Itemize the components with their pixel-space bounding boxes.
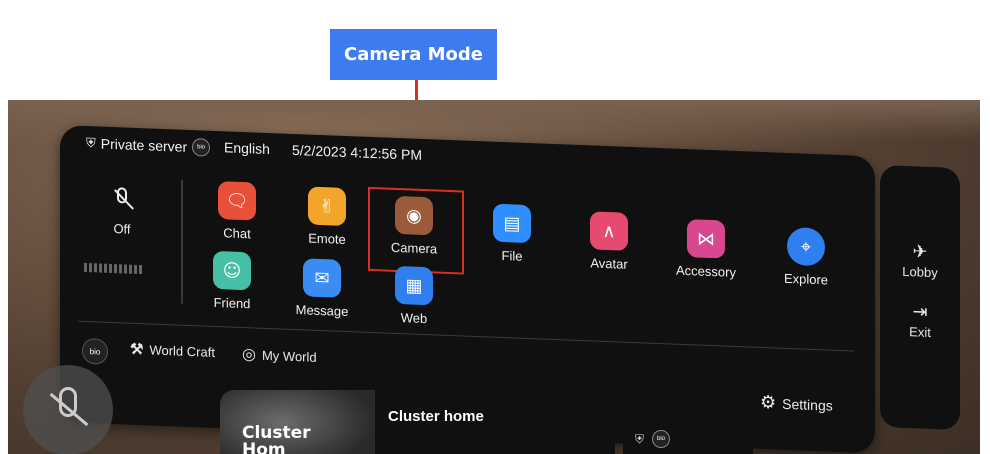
app-message[interactable]: ✉ Message — [282, 258, 362, 320]
app-friend-label: Friend — [213, 294, 251, 312]
vr-scene: ⛨ Private server bio English 5/2/2023 4:… — [8, 100, 980, 454]
gear-icon: ⚙ — [760, 391, 777, 413]
exit-label: Exit — [909, 324, 931, 340]
side-panel: ✈ Lobby ⇥ Exit — [880, 165, 960, 431]
mic-toggle[interactable]: Off — [102, 187, 142, 238]
app-chat-label: Chat — [223, 225, 251, 242]
vertical-divider — [181, 179, 183, 304]
server-label: Private server — [100, 135, 188, 155]
app-camera-label: Camera — [390, 239, 438, 257]
app-explore-label: Explore — [783, 270, 829, 288]
mail-icon: ✉ — [303, 258, 341, 298]
app-web-label: Web — [400, 310, 428, 327]
thumbs-up-icon: ✌ — [308, 186, 346, 226]
cluster-home-title: Cluster home — [388, 408, 484, 425]
bio-button[interactable]: bio — [82, 337, 108, 365]
folder-icon: ▤ — [493, 203, 531, 244]
settings-label: Settings — [782, 395, 833, 414]
chat-icon: 🗨 — [218, 181, 256, 221]
lobby-button[interactable]: ✈ Lobby — [880, 240, 960, 281]
lobby-label: Lobby — [902, 263, 938, 281]
exit-button[interactable]: ⇥ Exit — [880, 300, 960, 341]
app-file[interactable]: ▤ File — [472, 203, 552, 265]
app-camera[interactable]: ◉ Camera — [374, 195, 454, 257]
airplane-icon: ✈ — [912, 241, 928, 263]
language-label: English — [224, 139, 270, 158]
camera-mode-callout: Camera Mode — [330, 29, 497, 80]
exit-icon: ⇥ — [912, 301, 928, 323]
world-craft-button[interactable]: ⚒ World Craft — [130, 340, 215, 361]
cluster-home-thumbnail: Cluster Hom — [220, 390, 375, 454]
language-selector[interactable]: English — [224, 139, 270, 157]
floating-mic-button[interactable] — [23, 365, 113, 454]
mic-state-label: Off — [113, 221, 131, 237]
app-avatar-label: Avatar — [590, 255, 628, 272]
app-accessory-label: Accessory — [676, 262, 736, 280]
app-message-label: Message — [295, 302, 349, 320]
app-friend[interactable]: ☺ Friend — [192, 250, 272, 312]
bio-badge: bio — [82, 337, 108, 365]
app-accessory[interactable]: ⋈ Accessory — [666, 218, 746, 280]
mic-level-meter — [84, 262, 142, 275]
datetime-label: 5/2/2023 4:12:56 PM — [292, 141, 422, 163]
server-status: ⛨ Private server bio — [86, 134, 211, 157]
bio-badge-icon: bio — [652, 430, 671, 448]
bow-icon: ⋈ — [687, 219, 725, 259]
secondary-card[interactable]: ⛨ bio — [623, 422, 753, 454]
app-file-label: File — [501, 247, 523, 264]
app-explore[interactable]: ⌖ Explore — [766, 226, 846, 288]
globe-icon: ◎ — [242, 345, 256, 364]
world-craft-label: World Craft — [149, 341, 215, 360]
web-icon: ▦ — [395, 265, 433, 306]
shield-icon: ⛨ — [86, 134, 96, 151]
hammer-icon: ⚒ — [130, 340, 144, 359]
my-world-button[interactable]: ◎ My World — [242, 344, 317, 367]
friends-icon: ☺ — [213, 250, 251, 291]
hanger-icon: ∧ — [590, 211, 628, 251]
app-chat[interactable]: 🗨 Chat — [197, 180, 277, 242]
app-emote[interactable]: ✌ Emote — [287, 186, 367, 248]
mic-off-icon — [112, 187, 134, 214]
camera-icon: ◉ — [395, 195, 433, 236]
datetime: 5/2/2023 4:12:56 PM — [292, 142, 422, 163]
app-avatar[interactable]: ∧ Avatar — [569, 211, 649, 273]
app-web[interactable]: ▦ Web — [374, 265, 454, 327]
shield-icon: ⛨ — [635, 431, 645, 446]
cluster-logo: Cluster Hom — [242, 423, 311, 454]
cluster-home-card[interactable]: Cluster Hom Cluster home — [220, 390, 615, 454]
bio-badge-icon: bio — [192, 138, 211, 157]
compass-icon: ⌖ — [787, 226, 825, 267]
app-emote-label: Emote — [308, 230, 346, 247]
settings-button[interactable]: ⚙ Settings — [760, 392, 833, 416]
my-world-label: My World — [261, 347, 317, 365]
